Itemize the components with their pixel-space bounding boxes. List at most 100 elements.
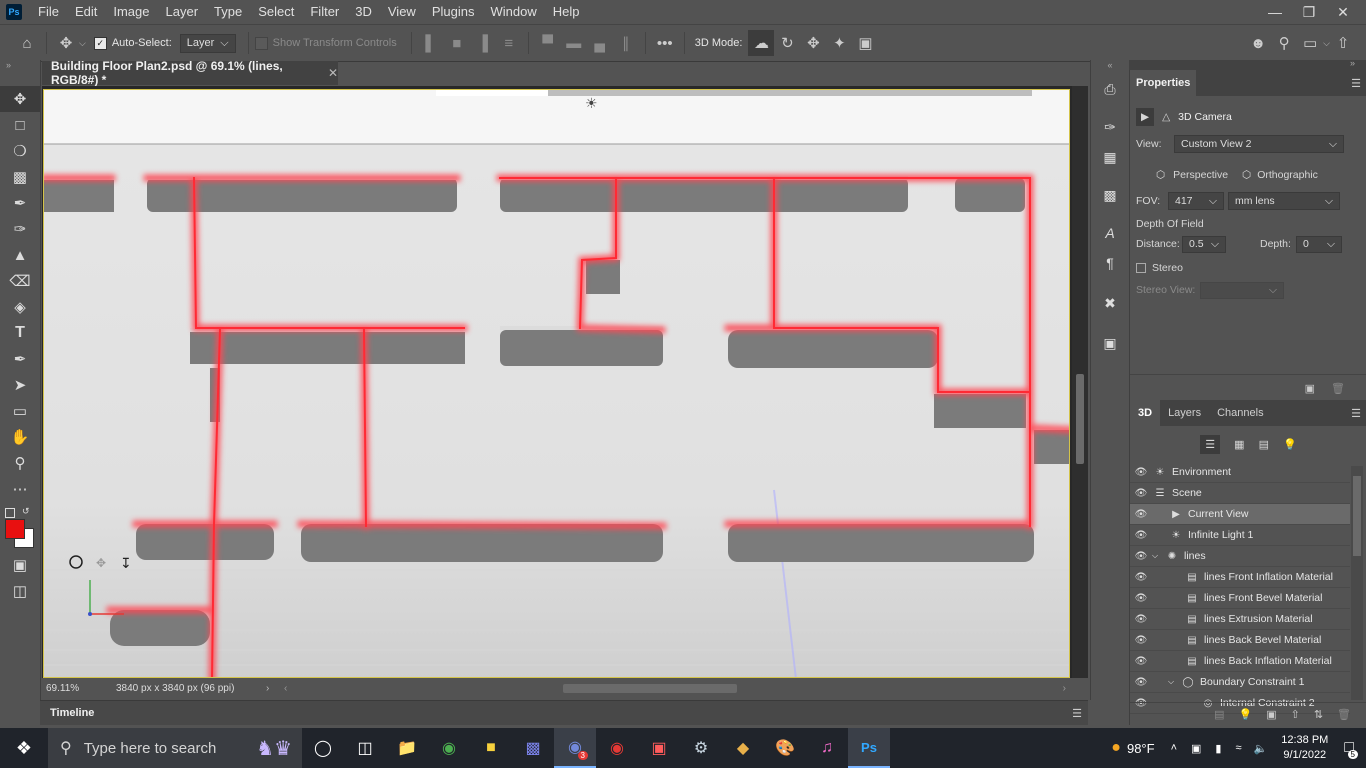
- menu-edit[interactable]: Edit: [67, 0, 105, 24]
- close-document-icon[interactable]: ✕: [328, 66, 338, 80]
- menu-image[interactable]: Image: [105, 0, 157, 24]
- orthographic-icon[interactable]: ⬡: [1242, 169, 1251, 181]
- auto-select-checkbox[interactable]: ✓: [93, 36, 107, 50]
- file-explorer-icon[interactable]: 📁: [386, 728, 428, 768]
- scene-row-front-bevel-material[interactable]: 👁 ▤ lines Front Bevel Material: [1130, 588, 1350, 609]
- menu-window[interactable]: Window: [482, 0, 544, 24]
- share-user-icon[interactable]: ☻: [1245, 30, 1271, 56]
- edit-toolbar-icon[interactable]: ⋯: [0, 476, 40, 502]
- cortana-icon[interactable]: ◯: [302, 728, 344, 768]
- scroll-thumb[interactable]: [1076, 374, 1084, 464]
- auto-select-target-dropdown[interactable]: Layer ⌵: [179, 33, 236, 53]
- home-icon[interactable]: ⌂: [14, 30, 40, 56]
- more-options-icon[interactable]: •••: [652, 30, 678, 56]
- render-icon[interactable]: ▣: [1266, 708, 1276, 721]
- stereo-checkbox[interactable]: [1136, 263, 1146, 273]
- view-dropdown[interactable]: Custom View 2 ⌵: [1174, 135, 1344, 153]
- chrome-icon[interactable]: ◉: [428, 728, 470, 768]
- lens-unit-dropdown[interactable]: mm lens ⌵: [1228, 192, 1340, 210]
- meshes-filter-icon[interactable]: ▦: [1234, 438, 1244, 451]
- clone-source-icon[interactable]: ▩: [1091, 180, 1129, 210]
- status-menu-arrow[interactable]: ›: [266, 683, 284, 694]
- chevron-down-icon[interactable]: ⌵: [1152, 551, 1164, 561]
- paint-icon[interactable]: 🎨: [764, 728, 806, 768]
- materials-filter-icon[interactable]: ▤: [1259, 438, 1269, 451]
- scroll-thumb[interactable]: [1353, 476, 1361, 556]
- whole-scene-filter-icon[interactable]: ☰: [1200, 434, 1221, 454]
- brush-settings-icon[interactable]: ✑: [1091, 112, 1129, 142]
- orbit-3d-icon[interactable]: ☁: [748, 30, 775, 56]
- tab-channels[interactable]: Channels: [1209, 400, 1271, 426]
- clock[interactable]: 12:38 PM 9/1/2022: [1281, 733, 1328, 763]
- align-middle-icon[interactable]: ▬: [561, 30, 587, 56]
- distribute-horizontal-icon[interactable]: ∥: [613, 30, 639, 56]
- scene-row-scene[interactable]: 👁 ☰ Scene: [1130, 483, 1350, 504]
- delete-icon[interactable]: 🗑: [1331, 382, 1345, 395]
- zoom-level[interactable]: 69.11%: [42, 683, 116, 694]
- distribute-vertical-icon[interactable]: ≡: [496, 30, 522, 56]
- visibility-eye-icon[interactable]: 👁: [1130, 488, 1152, 499]
- move-tool[interactable]: ✥: [0, 86, 40, 112]
- creative-cloud-icon[interactable]: ▣: [638, 728, 680, 768]
- object-selection-tool[interactable]: ▩: [0, 164, 40, 190]
- align-bottom-icon[interactable]: ▄: [587, 30, 613, 56]
- document-tab[interactable]: Building Floor Plan2.psd @ 69.1% (lines,…: [42, 59, 338, 87]
- zoom-3d-camera-icon[interactable]: ▣: [852, 30, 878, 56]
- screen-mode-icon[interactable]: ◫: [0, 578, 40, 604]
- marquee-tool[interactable]: □: [0, 112, 40, 138]
- paint-bucket-tool[interactable]: ◈: [0, 294, 40, 320]
- path-selection-tool[interactable]: ➤: [0, 372, 40, 398]
- properties-tab[interactable]: Properties: [1130, 70, 1197, 96]
- restore-icon[interactable]: ❐: [1292, 0, 1326, 24]
- photoshop-taskbar-icon[interactable]: Ps: [848, 728, 890, 768]
- search-icon[interactable]: ⚲: [1271, 30, 1297, 56]
- eraser-tool[interactable]: ⌫: [0, 268, 40, 294]
- scroll-thumb[interactable]: [563, 684, 738, 693]
- fov-input[interactable]: 417 ⌵: [1168, 192, 1224, 210]
- windows-start-icon[interactable]: ❖: [0, 728, 48, 768]
- eyedropper-tool[interactable]: ✒: [0, 190, 40, 216]
- show-transform-checkbox[interactable]: [254, 36, 268, 50]
- constraint-add-icon[interactable]: ▤: [1214, 708, 1224, 721]
- pen-tool[interactable]: ✒: [0, 346, 40, 372]
- brush-tool[interactable]: ✑: [0, 216, 40, 242]
- search-input[interactable]: Type here to search: [84, 740, 217, 757]
- type-tool[interactable]: T: [0, 320, 40, 346]
- menu-file[interactable]: File: [30, 0, 67, 24]
- menu-3d[interactable]: 3D: [347, 0, 380, 24]
- sticky-notes-icon[interactable]: ■: [470, 728, 512, 768]
- light-widget-icon[interactable]: ☀: [585, 95, 598, 111]
- chevron-up-icon[interactable]: ˄: [1171, 742, 1177, 754]
- menu-type[interactable]: Type: [206, 0, 250, 24]
- panel-menu-icon[interactable]: ☰: [1351, 407, 1361, 420]
- hand-tool[interactable]: ✋: [0, 424, 40, 450]
- rectangle-tool[interactable]: ▭: [0, 398, 40, 424]
- history-panel-icon[interactable]: ⎙: [1091, 74, 1129, 104]
- move-object-icon[interactable]: ⇅: [1314, 708, 1323, 721]
- visibility-eye-icon[interactable]: 👁: [1130, 614, 1152, 625]
- wifi-icon[interactable]: ≈: [1235, 742, 1241, 754]
- scene-row-current-view[interactable]: 👁 ▶ Current View: [1130, 504, 1350, 525]
- app-icon[interactable]: ◆: [722, 728, 764, 768]
- teams-icon[interactable]: ▩: [512, 728, 554, 768]
- align-left-icon[interactable]: ▌: [418, 30, 444, 56]
- discord-icon[interactable]: ◉ 3: [554, 728, 596, 768]
- battery-icon[interactable]: ▮: [1215, 742, 1221, 755]
- drag-3d-icon[interactable]: ✥: [800, 30, 826, 56]
- timeline-tab[interactable]: Timeline: [40, 707, 94, 719]
- align-top-icon[interactable]: ▀: [535, 30, 561, 56]
- minimize-icon[interactable]: —: [1258, 0, 1292, 24]
- scene-row-extrusion-material[interactable]: 👁 ▤ lines Extrusion Material: [1130, 609, 1350, 630]
- navigator-panel-icon[interactable]: ▣: [1091, 328, 1129, 358]
- scene-row-infinite-light[interactable]: 👁 ☀ Infinite Light 1: [1130, 525, 1350, 546]
- scroll-left-arrow[interactable]: ‹: [284, 683, 287, 694]
- task-view-icon[interactable]: ◫: [344, 728, 386, 768]
- itunes-icon[interactable]: ♫: [806, 728, 848, 768]
- menu-plugins[interactable]: Plugins: [424, 0, 483, 24]
- add-light-icon[interactable]: 💡: [1238, 708, 1252, 721]
- scene-tree-scrollbar[interactable]: [1351, 466, 1363, 700]
- notification-center-icon[interactable]: □ 5: [1344, 739, 1358, 759]
- lights-filter-icon[interactable]: 💡: [1283, 438, 1297, 451]
- steam-icon[interactable]: ⚙: [680, 728, 722, 768]
- align-center-icon[interactable]: ■: [444, 30, 470, 56]
